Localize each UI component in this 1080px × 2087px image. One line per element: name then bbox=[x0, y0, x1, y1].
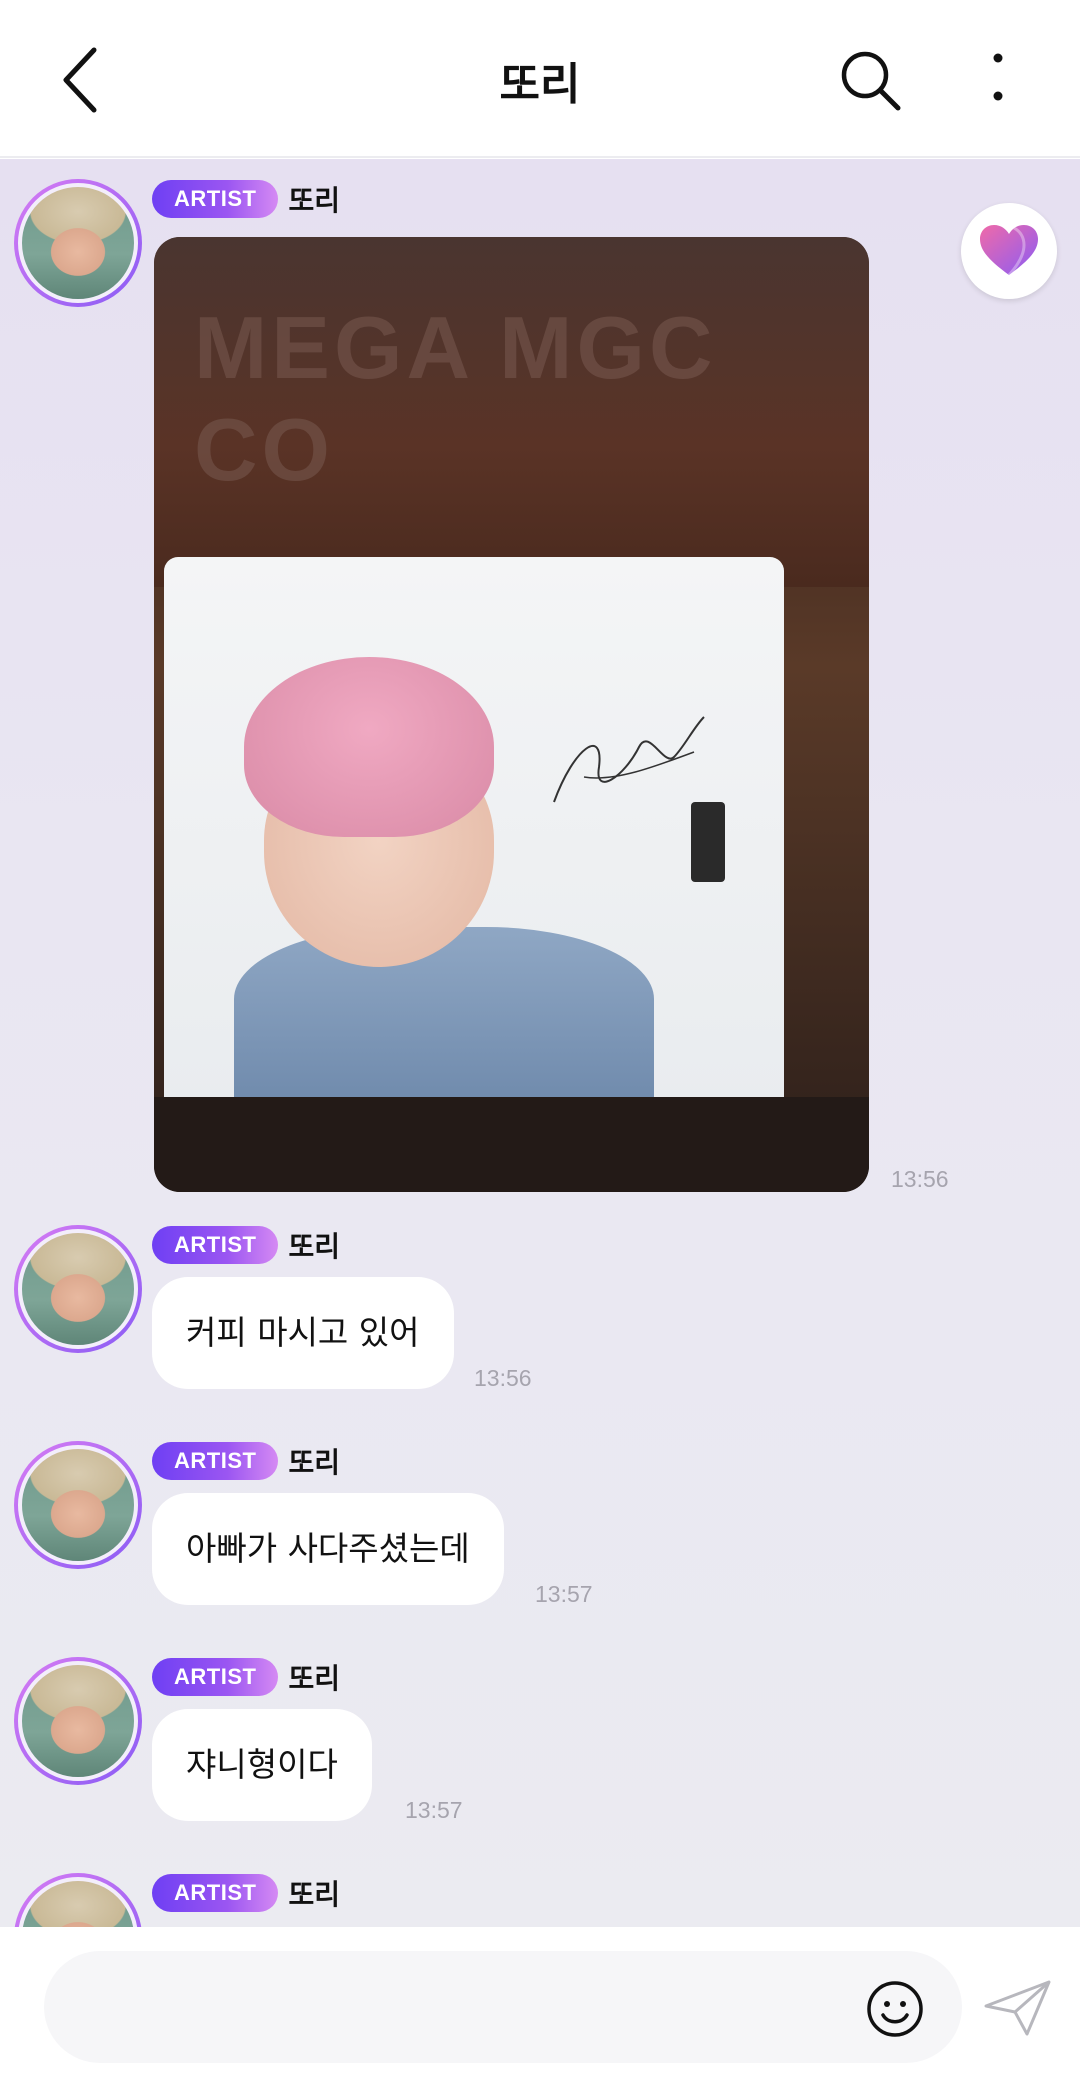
more-options-button[interactable] bbox=[980, 52, 1016, 108]
artist-badge: ARTIST bbox=[152, 1226, 279, 1264]
brand-logo bbox=[691, 802, 725, 882]
artist-badge: ARTIST bbox=[152, 1658, 279, 1696]
chat-photo[interactable]: MEGA MGC CO bbox=[154, 237, 869, 1192]
avatar[interactable] bbox=[14, 1225, 142, 1353]
send-button[interactable] bbox=[983, 1978, 1053, 2038]
artist-badge: ARTIST bbox=[152, 1442, 279, 1480]
message-time: 13:56 bbox=[474, 1365, 532, 1391]
sender-name: 또리 bbox=[288, 1662, 340, 1695]
message-input[interactable] bbox=[44, 1951, 962, 2063]
artist-badge: ARTIST bbox=[152, 180, 279, 218]
artist-badge: ARTIST bbox=[152, 1874, 279, 1912]
cup-print-text: MEGA MGC CO bbox=[194, 298, 717, 499]
sender-row: ARTIST 또리 bbox=[152, 1657, 340, 1697]
app-header: 또리 bbox=[0, 0, 1080, 158]
message-time: 13:56 bbox=[891, 1166, 949, 1192]
paper-plane-icon bbox=[984, 1980, 1051, 2036]
more-vertical-icon bbox=[993, 53, 1003, 101]
signature-drawing bbox=[553, 716, 705, 803]
search-button[interactable] bbox=[838, 48, 904, 114]
sender-row: ARTIST 또리 bbox=[152, 1441, 340, 1481]
sender-row: ARTIST 또리 bbox=[152, 1873, 340, 1913]
sender-name: 또리 bbox=[288, 1230, 340, 1263]
smiley-icon bbox=[867, 1981, 923, 2037]
avatar[interactable] bbox=[14, 179, 142, 307]
message-bubble[interactable]: 아빠가 사다주셨는데 bbox=[152, 1493, 504, 1605]
chat-title: 또리 bbox=[499, 59, 581, 110]
message-bubble[interactable]: 쟈니형이다 bbox=[152, 1709, 372, 1821]
sender-row: ARTIST 또리 bbox=[152, 179, 340, 219]
heart-button[interactable] bbox=[961, 203, 1057, 299]
search-icon bbox=[841, 51, 901, 111]
sender-name: 또리 bbox=[288, 1446, 340, 1479]
avatar[interactable] bbox=[14, 1873, 142, 1927]
sender-name: 또리 bbox=[288, 184, 340, 217]
chat-area[interactable]: ARTIST 또리 MEGA MGC CO 13:56 ARTIST 또리 커피… bbox=[0, 159, 1080, 1927]
avatar[interactable] bbox=[14, 1657, 142, 1785]
avatar[interactable] bbox=[14, 1441, 142, 1569]
emoji-button[interactable] bbox=[866, 1980, 924, 2038]
message-time: 13:57 bbox=[405, 1797, 463, 1823]
message-time: 13:57 bbox=[535, 1581, 593, 1607]
sender-name: 또리 bbox=[288, 1878, 340, 1911]
message-bubble[interactable]: 커피 마시고 있어 bbox=[152, 1277, 454, 1389]
sender-row: ARTIST 또리 bbox=[152, 1225, 340, 1265]
heart-icon bbox=[980, 225, 1038, 277]
